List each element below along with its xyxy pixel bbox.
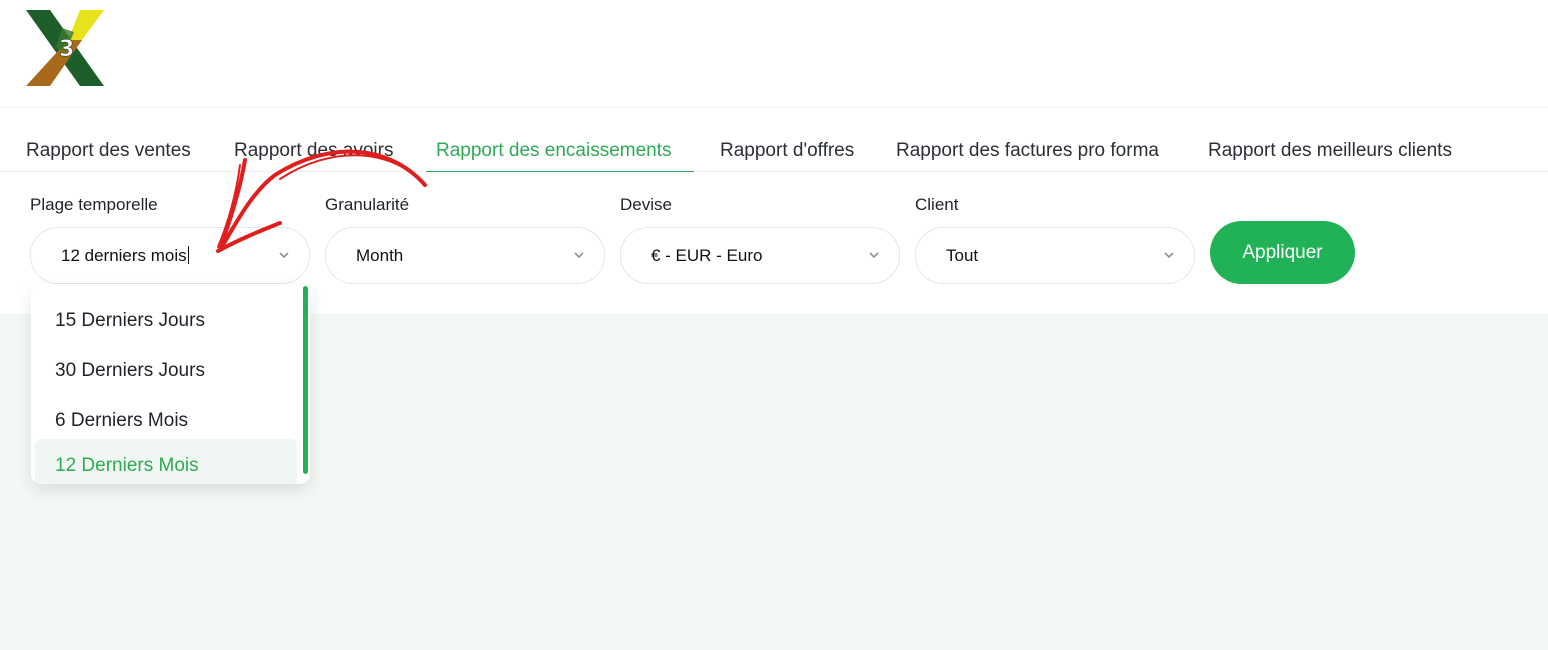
text-caret (187, 246, 189, 264)
dropdown-scrollbar[interactable] (303, 286, 308, 474)
chevron-down-icon (574, 252, 584, 259)
currency-value: € - EUR - Euro (651, 246, 763, 265)
client-label: Client (915, 195, 959, 214)
page: 3 Rapport des ventes Rapport des avoirs … (0, 0, 1548, 650)
tab-collections-report[interactable]: Rapport des encaissements (426, 128, 694, 172)
time-range-dropdown: 15 Derniers Jours 30 Derniers Jours 6 De… (31, 284, 310, 484)
option-30-days[interactable]: 30 Derniers Jours (35, 342, 297, 390)
granularity-select[interactable]: Month (325, 227, 605, 284)
chevron-down-icon (279, 252, 289, 259)
svg-text:3: 3 (59, 37, 74, 62)
time-range-label: Plage temporelle (30, 195, 158, 214)
chevron-down-icon (1164, 252, 1174, 259)
option-15-days[interactable]: 15 Derniers Jours (35, 292, 297, 340)
report-tabs: Rapport des ventes Rapport des avoirs Ra… (0, 128, 1548, 172)
option-6-months[interactable]: 6 Derniers Mois (35, 392, 297, 440)
currency-label: Devise (620, 195, 672, 214)
client-value: Tout (946, 246, 979, 265)
tab-proforma-report[interactable]: Rapport des factures pro forma (886, 128, 1169, 172)
x3-logo-icon[interactable]: 3 (22, 8, 106, 88)
header: 3 (0, 0, 1548, 108)
time-range-select[interactable]: 12 derniers mois (30, 227, 310, 284)
currency-select[interactable]: € - EUR - Euro (620, 227, 900, 284)
client-select[interactable]: Tout (915, 227, 1195, 284)
chevron-down-icon (869, 252, 879, 259)
time-range-value-wrap: 12 derniers mois (61, 246, 189, 266)
time-range-value: 12 derniers mois (61, 246, 187, 265)
tab-best-clients-report[interactable]: Rapport des meilleurs clients (1198, 128, 1462, 172)
granularity-label: Granularité (325, 195, 410, 214)
apply-button[interactable]: Appliquer (1210, 221, 1355, 284)
granularity-value: Month (356, 246, 404, 265)
tab-sales-report[interactable]: Rapport des ventes (16, 128, 201, 172)
tab-offers-report[interactable]: Rapport d'offres (710, 128, 864, 172)
option-12-months[interactable]: 12 Derniers Mois (35, 439, 297, 484)
tab-credit-notes-report[interactable]: Rapport des avoirs (224, 128, 403, 172)
